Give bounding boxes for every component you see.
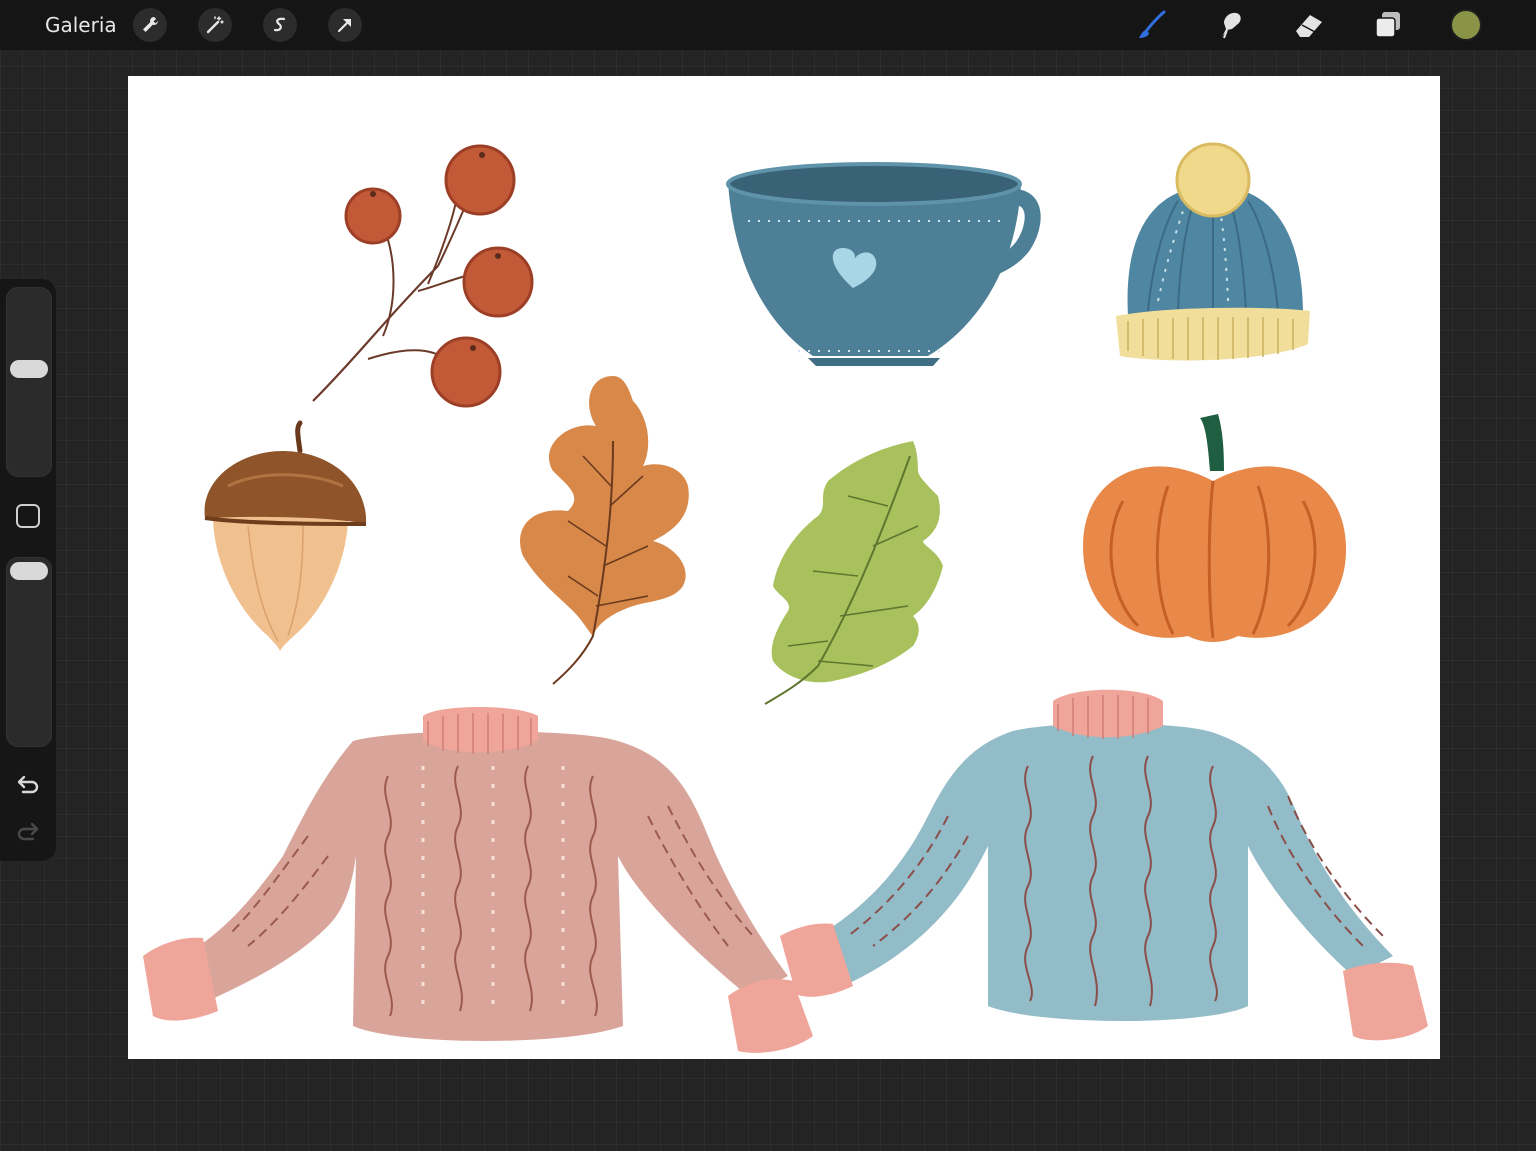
blue-sweater [780,689,1428,1041]
opacity-slider[interactable] [6,557,52,747]
drawing-canvas[interactable] [128,76,1440,1059]
color-picker-button[interactable] [1450,9,1482,41]
undo-icon[interactable] [14,772,42,800]
knit-beanie [1116,142,1310,361]
top-toolbar: Galeria [0,0,1536,50]
pink-sweater [143,707,813,1053]
pumpkin [1083,414,1347,642]
left-sidebar [0,279,56,861]
wrench-icon[interactable] [133,8,167,42]
brush-size-handle[interactable] [10,360,48,378]
layers-icon[interactable] [1369,6,1407,44]
brush-icon[interactable] [1133,6,1171,44]
rowan-berries-branch [312,144,534,408]
eraser-icon[interactable] [1290,6,1328,44]
brush-size-slider[interactable] [6,287,52,477]
magic-wand-icon[interactable] [198,8,232,42]
opacity-handle[interactable] [10,562,48,580]
blue-teacup [726,162,1041,366]
redo-icon[interactable] [14,819,42,847]
transform-arrow-icon[interactable] [328,8,362,42]
gallery-button[interactable]: Galeria [45,12,117,38]
oak-leaf [520,376,689,685]
acorn [204,420,367,651]
selection-icon[interactable] [263,8,297,42]
modify-button[interactable] [16,504,40,528]
smudge-icon[interactable] [1211,6,1249,44]
green-leaf [764,441,943,705]
